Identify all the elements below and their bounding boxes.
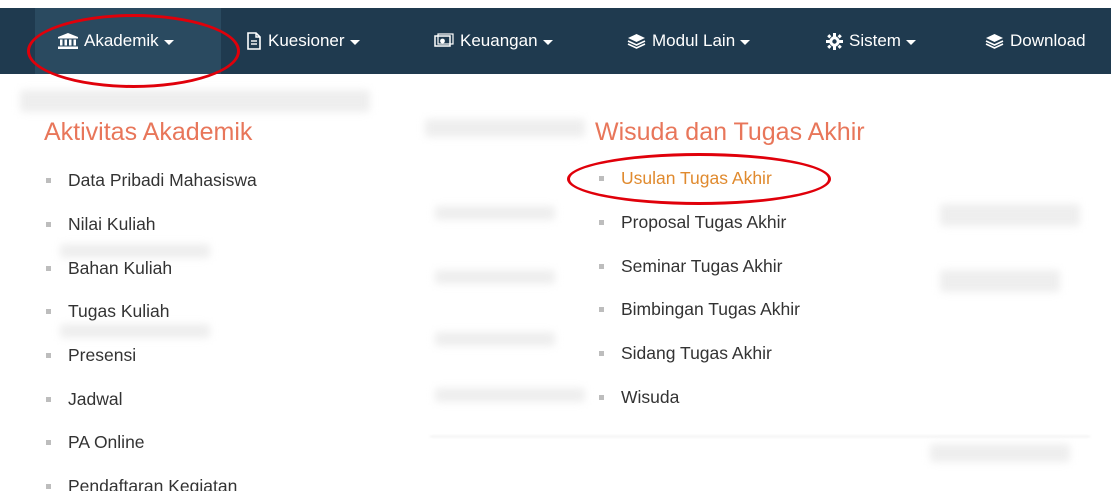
nav-label: Keuangan xyxy=(460,31,538,50)
background-blur xyxy=(435,388,585,402)
menu-item-pendaftaran-kegiatan[interactable]: Pendaftaran Kegiatan xyxy=(46,465,257,491)
bullet-icon xyxy=(46,484,51,490)
menu-item-presensi[interactable]: Presensi xyxy=(46,334,257,378)
chevron-down-icon xyxy=(349,39,360,45)
bullet-icon xyxy=(599,307,604,313)
background-blur xyxy=(435,332,555,346)
background-blur xyxy=(435,206,555,220)
section-title-aktivitas-akademik: Aktivitas Akademik xyxy=(44,118,253,146)
chevron-down-icon xyxy=(163,39,174,45)
nav-keuangan[interactable]: Keuangan xyxy=(434,8,553,74)
akademik-dropdown-menu: Aktivitas Akademik Data Pribadi Mahasisw… xyxy=(0,74,1111,491)
menu-item-sidang-tugas-akhir[interactable]: Sidang Tugas Akhir xyxy=(599,332,800,376)
nav-label: Akademik xyxy=(84,31,159,50)
menu-item-jadwal[interactable]: Jadwal xyxy=(46,377,257,421)
bullet-icon xyxy=(599,220,604,226)
background-blur xyxy=(930,444,1070,462)
document-icon xyxy=(246,32,262,50)
nav-label: Kuesioner xyxy=(268,31,345,50)
nav-kuesioner[interactable]: Kuesioner xyxy=(246,8,360,74)
bullet-icon xyxy=(599,394,604,400)
background-blur xyxy=(435,270,555,284)
bullet-icon xyxy=(599,176,604,182)
chevron-down-icon xyxy=(740,39,751,45)
bullet-icon xyxy=(46,309,51,315)
layers-icon xyxy=(627,33,646,49)
nav-akademik[interactable]: Akademik xyxy=(35,8,221,74)
bullet-icon xyxy=(46,353,51,359)
menu-item-wisuda[interactable]: Wisuda xyxy=(599,375,800,419)
bullet-icon xyxy=(46,440,51,446)
background-divider xyxy=(430,436,1090,437)
layers-icon xyxy=(985,33,1004,49)
nav-sistem[interactable]: Sistem xyxy=(826,8,916,74)
menu-item-proposal-tugas-akhir[interactable]: Proposal Tugas Akhir xyxy=(599,201,800,245)
top-strip xyxy=(0,0,1111,8)
nav-modul-lain[interactable]: Modul Lain xyxy=(627,8,751,74)
section-title-wisuda-dan-tugas-akhir: Wisuda dan Tugas Akhir xyxy=(595,118,865,146)
bullet-icon xyxy=(46,265,51,271)
bullet-icon xyxy=(46,178,51,184)
nav-label: Modul Lain xyxy=(652,31,736,50)
gear-icon xyxy=(826,32,843,50)
bullet-icon xyxy=(599,351,604,357)
nav-download[interactable]: Download xyxy=(985,8,1086,74)
background-blur xyxy=(20,90,370,112)
menu-item-tugas-kuliah[interactable]: Tugas Kuliah xyxy=(46,290,257,334)
chevron-down-icon xyxy=(542,39,553,45)
menu-item-data-pribadi-mahasiswa[interactable]: Data Pribadi Mahasiswa xyxy=(46,159,257,203)
background-blur xyxy=(940,270,1060,292)
university-icon xyxy=(58,33,78,49)
menu-item-usulan-tugas-akhir[interactable]: Usulan Tugas Akhir xyxy=(599,157,800,201)
bullet-icon xyxy=(599,263,604,269)
bullet-icon xyxy=(46,396,51,402)
money-icon xyxy=(434,33,454,49)
wisuda-tugas-akhir-list: Usulan Tugas Akhir Proposal Tugas Akhir … xyxy=(599,157,800,419)
nav-label: Sistem xyxy=(849,31,901,50)
menu-item-nilai-kuliah[interactable]: Nilai Kuliah xyxy=(46,203,257,247)
nav-label: Download xyxy=(1010,31,1086,50)
background-blur xyxy=(940,204,1080,226)
bullet-icon xyxy=(46,222,51,228)
aktivitas-akademik-list: Data Pribadi Mahasiswa Nilai Kuliah Baha… xyxy=(46,159,257,491)
background-blur xyxy=(425,119,585,137)
menu-item-pa-online[interactable]: PA Online xyxy=(46,421,257,465)
menu-item-bahan-kuliah[interactable]: Bahan Kuliah xyxy=(46,246,257,290)
menu-item-seminar-tugas-akhir[interactable]: Seminar Tugas Akhir xyxy=(599,244,800,288)
chevron-down-icon xyxy=(905,39,916,45)
menu-item-bimbingan-tugas-akhir[interactable]: Bimbingan Tugas Akhir xyxy=(599,288,800,332)
